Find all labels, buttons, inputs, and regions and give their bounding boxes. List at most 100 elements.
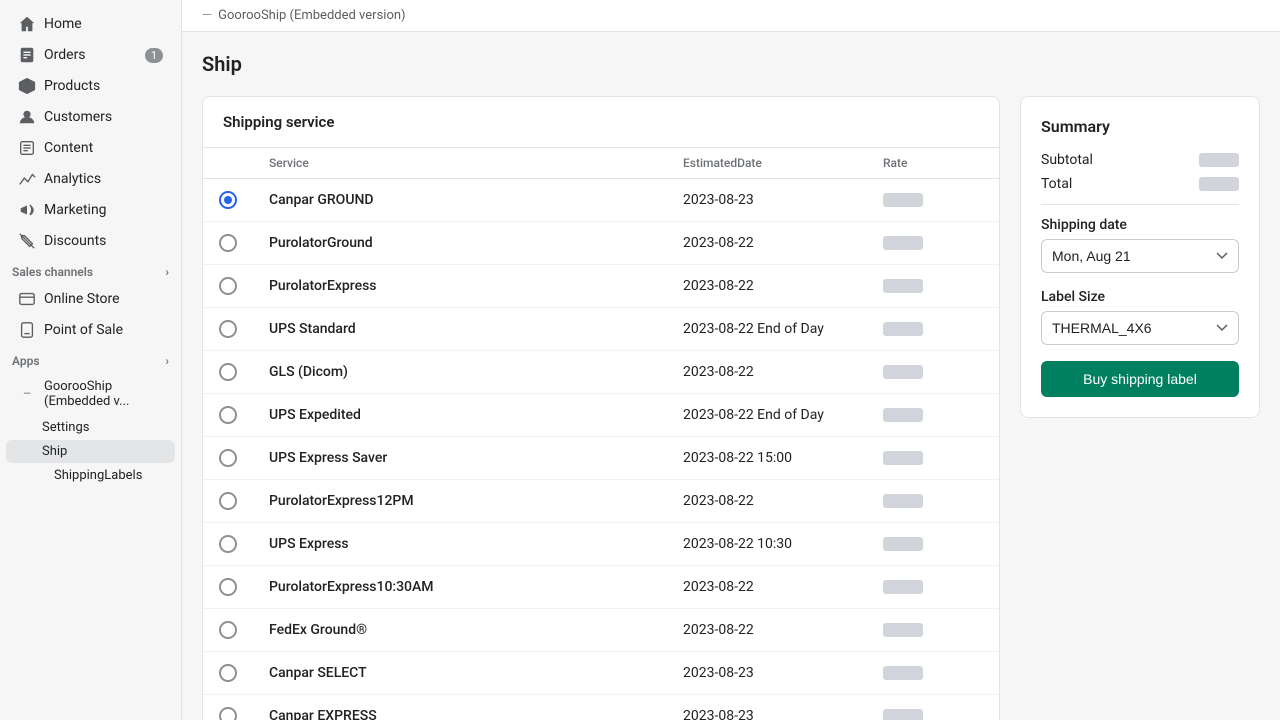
table-row[interactable]: UPS Standard 2023-08-22 End of Day — [203, 308, 999, 351]
sidebar-item-content[interactable]: Content — [6, 133, 175, 163]
table-row[interactable]: PurolatorGround 2023-08-22 — [203, 222, 999, 265]
sales-channels-label: Sales channels — [12, 265, 93, 279]
shipping-service-panel: Shipping service Service EstimatedDate R… — [202, 96, 1000, 720]
service-name: PurolatorGround — [269, 235, 683, 251]
sidebar-item-orders[interactable]: Orders 1 — [6, 40, 175, 70]
service-name: PurolatorExpress12PM — [269, 493, 683, 509]
apps-section[interactable]: Apps › — [0, 346, 181, 372]
shipping-table-body: Canpar GROUND 2023-08-23 PurolatorGround… — [203, 179, 999, 720]
rate-value — [883, 408, 923, 422]
estimated-date: 2023-08-22 — [683, 579, 883, 595]
service-name: PurolatorExpress10:30AM — [269, 579, 683, 595]
radio-button[interactable] — [219, 535, 237, 553]
sidebar-item-settings-label: Settings — [42, 420, 89, 435]
estimated-date: 2023-08-22 15:00 — [683, 450, 883, 466]
radio-button[interactable] — [219, 363, 237, 381]
table-row[interactable]: PurolatorExpress 2023-08-22 — [203, 265, 999, 308]
sidebar-item-products[interactable]: Products — [6, 71, 175, 101]
sidebar-item-customers[interactable]: Customers — [6, 102, 175, 132]
orders-badge: 1 — [145, 48, 163, 63]
table-row[interactable]: UPS Expedited 2023-08-22 End of Day — [203, 394, 999, 437]
table-row[interactable]: Canpar SELECT 2023-08-23 — [203, 652, 999, 695]
service-name: UPS Express — [269, 536, 683, 552]
summary-title: Summary — [1041, 117, 1239, 136]
radio-button[interactable] — [219, 234, 237, 252]
apps-expand-icon: › — [165, 354, 169, 368]
table-row[interactable]: Canpar GROUND 2023-08-23 — [203, 179, 999, 222]
sidebar-item-home-label: Home — [44, 16, 82, 32]
radio-button[interactable] — [219, 449, 237, 467]
radio-button[interactable] — [219, 578, 237, 596]
label-size-select[interactable]: THERMAL_4X6 — [1041, 311, 1239, 345]
shipping-date-select[interactable]: Mon, Aug 21 — [1041, 239, 1239, 273]
radio-button[interactable] — [219, 191, 237, 209]
col-estimated-date: EstimatedDate — [683, 156, 883, 170]
total-label: Total — [1041, 176, 1072, 192]
sidebar-item-point-of-sale[interactable]: Point of Sale — [6, 315, 175, 345]
sidebar-item-home[interactable]: Home — [6, 9, 175, 39]
table-row[interactable]: GLS (Dicom) 2023-08-22 — [203, 351, 999, 394]
sidebar-item-shipping-labels[interactable]: ShippingLabels — [6, 464, 175, 487]
radio-button[interactable] — [219, 707, 237, 720]
col-service: Service — [269, 156, 683, 170]
radio-button[interactable] — [219, 320, 237, 338]
marketing-icon — [18, 201, 36, 219]
summary-panel: Summary Subtotal Total Shipping date Mon… — [1020, 96, 1260, 418]
rate-value — [883, 193, 923, 207]
shipping-date-label: Shipping date — [1041, 217, 1239, 233]
breadcrumb: — GoorooShip (Embedded version) — [182, 0, 1280, 32]
sidebar-item-ship-label: Ship — [42, 444, 67, 459]
sidebar-item-goorooship[interactable]: — GoorooShip (Embedded v... — [6, 373, 175, 415]
subtotal-row: Subtotal — [1041, 152, 1239, 168]
radio-button[interactable] — [219, 277, 237, 295]
estimated-date: 2023-08-22 — [683, 364, 883, 380]
estimated-date: 2023-08-22 End of Day — [683, 321, 883, 337]
table-row[interactable]: FedEx Ground® 2023-08-22 — [203, 609, 999, 652]
content-icon — [18, 139, 36, 157]
sidebar-item-orders-label: Orders — [44, 47, 86, 63]
buy-shipping-label-button[interactable]: Buy shipping label — [1041, 361, 1239, 397]
rate-value — [883, 451, 923, 465]
radio-button[interactable] — [219, 492, 237, 510]
rate-value — [883, 322, 923, 336]
sidebar-item-discounts[interactable]: Discounts — [6, 226, 175, 256]
estimated-date: 2023-08-22 — [683, 622, 883, 638]
service-name: UPS Standard — [269, 321, 683, 337]
rate-value — [883, 666, 923, 680]
discounts-icon — [18, 232, 36, 250]
breadcrumb-parent[interactable]: GoorooShip (Embedded version) — [218, 8, 405, 23]
table-row[interactable]: UPS Express Saver 2023-08-22 15:00 — [203, 437, 999, 480]
radio-button[interactable] — [219, 664, 237, 682]
breadcrumb-separator: — — [202, 8, 212, 23]
shipping-table-header: Service EstimatedDate Rate — [203, 148, 999, 179]
table-row[interactable]: PurolatorExpress10:30AM 2023-08-22 — [203, 566, 999, 609]
sales-channels-section[interactable]: Sales channels › — [0, 257, 181, 283]
table-row[interactable]: PurolatorExpress12PM 2023-08-22 — [203, 480, 999, 523]
sidebar-item-analytics[interactable]: Analytics — [6, 164, 175, 194]
page-title: Ship — [202, 52, 1260, 76]
estimated-date: 2023-08-23 — [683, 192, 883, 208]
rate-value — [883, 236, 923, 250]
apps-label: Apps — [12, 354, 40, 368]
table-row[interactable]: UPS Express 2023-08-22 10:30 — [203, 523, 999, 566]
pos-icon — [18, 321, 36, 339]
service-name: UPS Expedited — [269, 407, 683, 423]
sidebar-item-settings[interactable]: Settings — [6, 416, 175, 439]
radio-button[interactable] — [219, 621, 237, 639]
sidebar-item-online-store[interactable]: Online Store — [6, 284, 175, 314]
radio-button[interactable] — [219, 406, 237, 424]
shipping-panel-title: Shipping service — [203, 97, 999, 148]
sidebar-item-ship[interactable]: Ship — [6, 440, 175, 463]
sidebar-item-products-label: Products — [44, 78, 100, 94]
sidebar-item-shipping-labels-label: ShippingLabels — [54, 468, 142, 483]
rate-value — [883, 494, 923, 508]
label-size-label: Label Size — [1041, 289, 1239, 305]
sidebar-item-goorooship-label: GoorooShip (Embedded v... — [44, 379, 163, 409]
sidebar-item-marketing[interactable]: Marketing — [6, 195, 175, 225]
table-row[interactable]: Canpar EXPRESS 2023-08-23 — [203, 695, 999, 720]
sidebar-item-pos-label: Point of Sale — [44, 322, 123, 338]
estimated-date: 2023-08-22 — [683, 278, 883, 294]
customers-icon — [18, 108, 36, 126]
total-value — [1199, 177, 1239, 191]
sidebar-item-analytics-label: Analytics — [44, 171, 101, 187]
